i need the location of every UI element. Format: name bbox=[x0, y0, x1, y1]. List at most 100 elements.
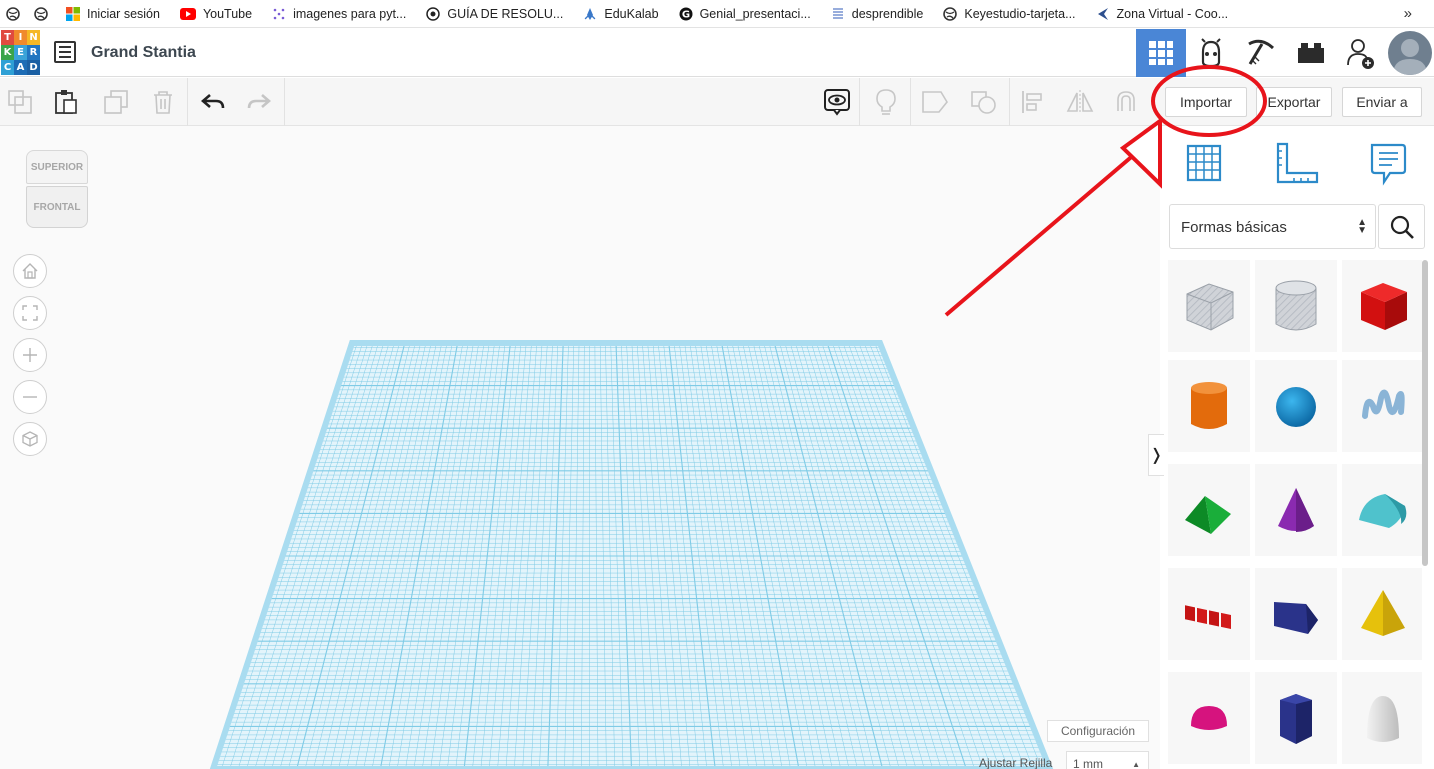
bookmark-guia[interactable]: GUÍA DE RESOLU... bbox=[426, 7, 563, 21]
design-menu-icon[interactable] bbox=[54, 41, 76, 63]
circuits-button[interactable] bbox=[1186, 29, 1236, 77]
bookmark-label: imagenes para pyt... bbox=[293, 6, 407, 21]
ungroup-icon bbox=[971, 91, 996, 114]
send-to-button[interactable]: Enviar a bbox=[1342, 87, 1422, 117]
3d-view-button[interactable] bbox=[1136, 29, 1186, 77]
blocks-button[interactable] bbox=[1236, 29, 1286, 77]
youtube-icon bbox=[179, 7, 196, 20]
lessons-button[interactable] bbox=[1286, 29, 1336, 77]
export-button[interactable]: Exportar bbox=[1256, 87, 1332, 117]
paraboloid-icon bbox=[1367, 696, 1399, 742]
shape-text[interactable] bbox=[1168, 568, 1250, 660]
bookmark-edukalab[interactable]: EduKalab bbox=[583, 7, 659, 21]
shapes-panel: Formas básicas ▲ ▼ bbox=[1160, 126, 1434, 769]
shape-pyramid[interactable] bbox=[1342, 568, 1422, 660]
duplicate-button[interactable] bbox=[102, 88, 130, 116]
perspective-button[interactable] bbox=[13, 422, 47, 456]
home-view-button[interactable] bbox=[13, 254, 47, 288]
arrow-icon bbox=[1097, 7, 1108, 20]
tinkercad-logo[interactable]: T I N K E R C A D bbox=[1, 30, 41, 75]
fit-view-button[interactable] bbox=[13, 296, 47, 330]
notes-tool-button[interactable] bbox=[1368, 142, 1408, 186]
ruler-icon bbox=[1276, 142, 1319, 184]
workplane-viewport[interactable] bbox=[0, 126, 1160, 769]
workplane-tool-button[interactable] bbox=[1184, 142, 1224, 182]
settings-button[interactable]: Configuración bbox=[1047, 720, 1149, 742]
bookmarks-bar: Iniciar sesión YouTube imagenes para pyt… bbox=[0, 0, 1434, 28]
sphere-icon bbox=[1276, 387, 1316, 427]
import-button[interactable]: Importar bbox=[1165, 87, 1247, 117]
ruler-tool-button[interactable] bbox=[1275, 142, 1319, 184]
paste-button[interactable] bbox=[52, 88, 80, 116]
shape-roof[interactable] bbox=[1168, 464, 1250, 556]
logo-letter: D bbox=[27, 60, 40, 75]
grid-view-icon bbox=[1149, 41, 1173, 65]
shape-round-roof[interactable] bbox=[1342, 464, 1422, 556]
share-button[interactable] bbox=[1336, 29, 1386, 77]
shape-cylinder-hole[interactable] bbox=[1255, 260, 1337, 352]
light-button[interactable] bbox=[872, 88, 900, 116]
bookmark-label: desprendible bbox=[851, 6, 924, 21]
cylinder-icon bbox=[1191, 382, 1227, 429]
box-icon bbox=[1361, 283, 1407, 330]
bookmark-1[interactable] bbox=[6, 6, 20, 21]
shape-search-button[interactable] bbox=[1378, 204, 1425, 249]
paste-icon bbox=[55, 90, 77, 114]
bookmark-keyestudio[interactable]: Keyestudio-tarjeta... bbox=[943, 7, 1076, 21]
ungroup-button[interactable] bbox=[970, 88, 998, 116]
align-button[interactable] bbox=[1019, 88, 1047, 116]
circuits-icon bbox=[1201, 38, 1221, 68]
notes-button[interactable] bbox=[823, 88, 851, 116]
note-icon bbox=[1370, 143, 1407, 186]
view-cube-front[interactable]: FRONTAL bbox=[26, 186, 88, 228]
user-avatar[interactable] bbox=[1388, 31, 1432, 75]
shape-paraboloid[interactable] bbox=[1342, 672, 1422, 764]
bookmark-label: Zona Virtual - Coo... bbox=[1116, 6, 1229, 21]
bookmark-imagenes[interactable]: imagenes para pyt... bbox=[272, 7, 406, 21]
pickaxe-icon bbox=[1248, 39, 1275, 65]
shape-cylinder[interactable] bbox=[1168, 360, 1250, 452]
shapes-scrollbar[interactable] bbox=[1422, 260, 1428, 566]
zoom-out-button[interactable] bbox=[13, 380, 47, 414]
view-cube[interactable]: SUPERIOR FRONTAL bbox=[24, 150, 90, 228]
undo-icon bbox=[201, 94, 225, 109]
logo-letter: E bbox=[14, 45, 27, 60]
shape-box-hole[interactable] bbox=[1168, 260, 1250, 352]
rocket-icon bbox=[584, 7, 596, 20]
logo-letter: I bbox=[14, 30, 27, 45]
bookmarks-more-button[interactable]: » bbox=[1404, 5, 1412, 22]
shape-cone[interactable] bbox=[1255, 464, 1337, 556]
bookmark-desprendible[interactable]: desprendible bbox=[831, 6, 924, 21]
dots-icon bbox=[273, 8, 285, 19]
shape-scribble[interactable] bbox=[1342, 360, 1422, 452]
shape-box[interactable] bbox=[1342, 260, 1422, 352]
bookmark-genial[interactable]: G Genial_presentaci... bbox=[679, 7, 811, 21]
bookmark-2[interactable] bbox=[34, 6, 48, 21]
bookmark-zona-virtual[interactable]: Zona Virtual - Coo... bbox=[1096, 6, 1229, 21]
undo-button[interactable] bbox=[199, 88, 227, 116]
shape-sphere[interactable] bbox=[1255, 360, 1337, 452]
shape-category-value: Formas básicas bbox=[1181, 219, 1287, 236]
snap-grid-select[interactable]: 1 mm ▲ bbox=[1066, 751, 1149, 769]
copy-icon bbox=[8, 90, 32, 114]
bookmark-iniciar-sesion[interactable]: Iniciar sesión bbox=[66, 6, 160, 21]
project-title[interactable]: Grand Stantia bbox=[91, 44, 196, 62]
cruise-button[interactable] bbox=[1112, 88, 1140, 116]
copy-button[interactable] bbox=[6, 88, 34, 116]
shape-wedge[interactable] bbox=[1255, 568, 1337, 660]
mirror-button[interactable] bbox=[1066, 88, 1094, 116]
bookmark-youtube[interactable]: YouTube bbox=[179, 7, 252, 21]
zoom-in-button[interactable] bbox=[13, 338, 47, 372]
delete-button[interactable] bbox=[149, 88, 177, 116]
redo-button[interactable] bbox=[245, 88, 273, 116]
panel-collapse-button[interactable]: ❭ bbox=[1148, 434, 1164, 476]
doc-icon bbox=[832, 7, 843, 19]
workplane-grid[interactable] bbox=[0, 126, 1160, 769]
globe-icon bbox=[6, 6, 20, 21]
group-button[interactable] bbox=[921, 88, 949, 116]
view-cube-top[interactable]: SUPERIOR bbox=[26, 150, 88, 184]
cone-icon bbox=[1278, 488, 1314, 532]
shape-category-select[interactable]: Formas básicas ▲ ▼ bbox=[1169, 204, 1376, 249]
shape-half-sphere[interactable] bbox=[1168, 672, 1250, 764]
shape-polygon[interactable] bbox=[1255, 672, 1337, 764]
